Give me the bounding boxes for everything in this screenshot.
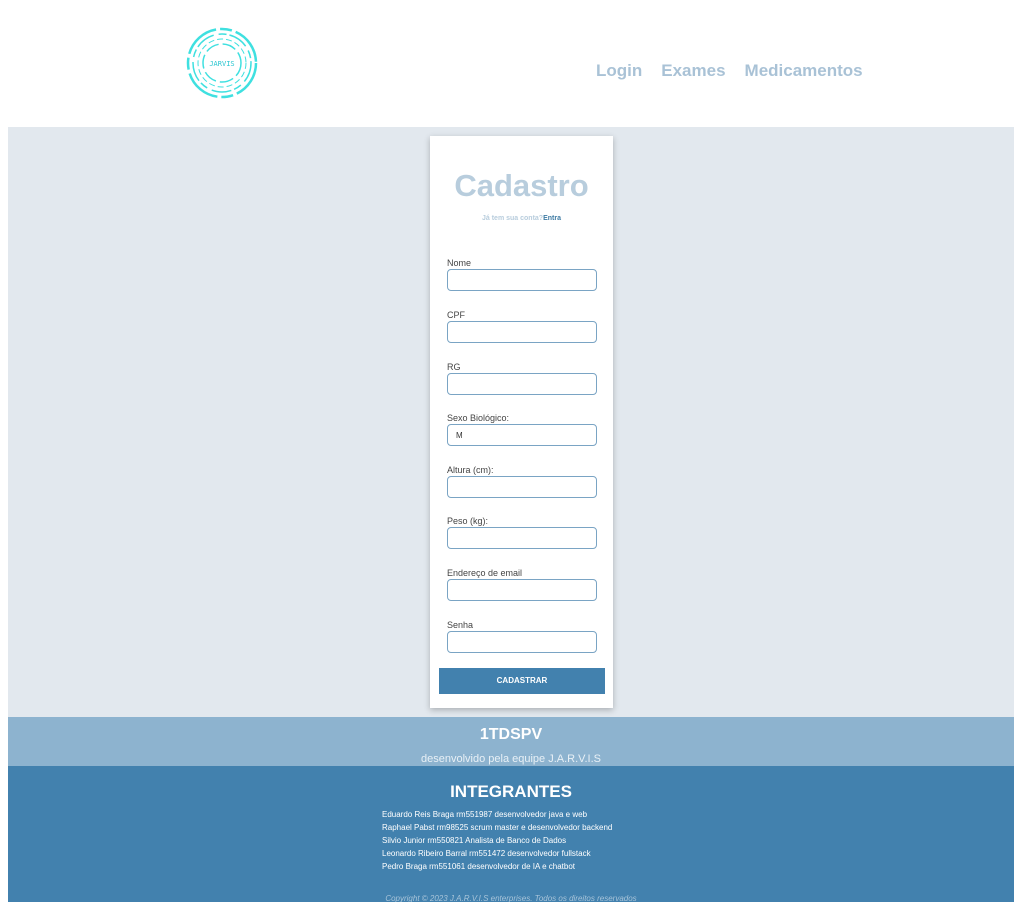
footer-members: INTEGRANTES Eduardo Reis Braga rm551987 …: [8, 766, 1014, 902]
member-item: Pedro Braga rm551061 desenvolvedor de IA…: [382, 862, 576, 871]
member-item: Silvio Junior rm550821 Analista de Banco…: [382, 836, 567, 845]
altura-label: Altura (cm):: [447, 465, 494, 475]
cpf-label: CPF: [447, 310, 465, 320]
cadastrar-button[interactable]: CADASTRAR: [439, 668, 605, 694]
jarvis-logo[interactable]: JARVIS: [185, 27, 260, 99]
member-item: Raphael Pabst rm98525 scrum master e des…: [382, 823, 613, 832]
login-prompt: Já tem sua conta?Entra: [430, 215, 613, 222]
sexo-label: Sexo Biológico:: [447, 413, 510, 423]
altura-input[interactable]: [447, 476, 597, 498]
email-input[interactable]: [447, 579, 597, 601]
team-name: 1TDSPV: [479, 726, 543, 743]
nome-input[interactable]: [447, 269, 597, 291]
member-item: Eduardo Reis Braga rm551987 desenvolvedo…: [382, 810, 588, 819]
logo-text: JARVIS: [209, 60, 234, 68]
login-link[interactable]: Entra: [543, 215, 561, 222]
site-header: JARVIS Login Exames Medicamentos: [0, 0, 1014, 127]
nav-login[interactable]: Login: [596, 61, 642, 81]
peso-input[interactable]: [447, 527, 597, 549]
login-prompt-text: Já tem sua conta?: [482, 215, 544, 222]
nav-medicamentos[interactable]: Medicamentos: [745, 61, 863, 81]
main-nav: Login Exames Medicamentos: [596, 61, 863, 81]
member-item: Leonardo Ribeiro Barral rm551472 desenvo…: [382, 849, 591, 858]
senha-input[interactable]: [447, 631, 597, 653]
sexo-input[interactable]: [447, 424, 597, 446]
footer-team: 1TDSPV desenvolvido pela equipe J.A.R.V.…: [8, 717, 1014, 766]
rg-label: RG: [447, 362, 461, 372]
page-title: Cadastro: [454, 168, 589, 203]
nav-exames[interactable]: Exames: [661, 61, 725, 81]
team-description: desenvolvido pela equipe J.A.R.V.I.S: [421, 753, 601, 765]
copyright-text: Copyright © 2023 J.A.R.V.I.S enterprises…: [385, 894, 637, 902]
senha-label: Senha: [447, 620, 474, 630]
cpf-input[interactable]: [447, 321, 597, 343]
members-heading: INTEGRANTES: [450, 782, 572, 801]
members-list: Eduardo Reis Braga rm551987 desenvolvedo…: [382, 808, 612, 873]
peso-label: Peso (kg):: [447, 516, 489, 526]
email-label: Endereço de email: [447, 568, 523, 578]
rg-input[interactable]: [447, 373, 597, 395]
nome-label: Nome: [447, 258, 472, 268]
